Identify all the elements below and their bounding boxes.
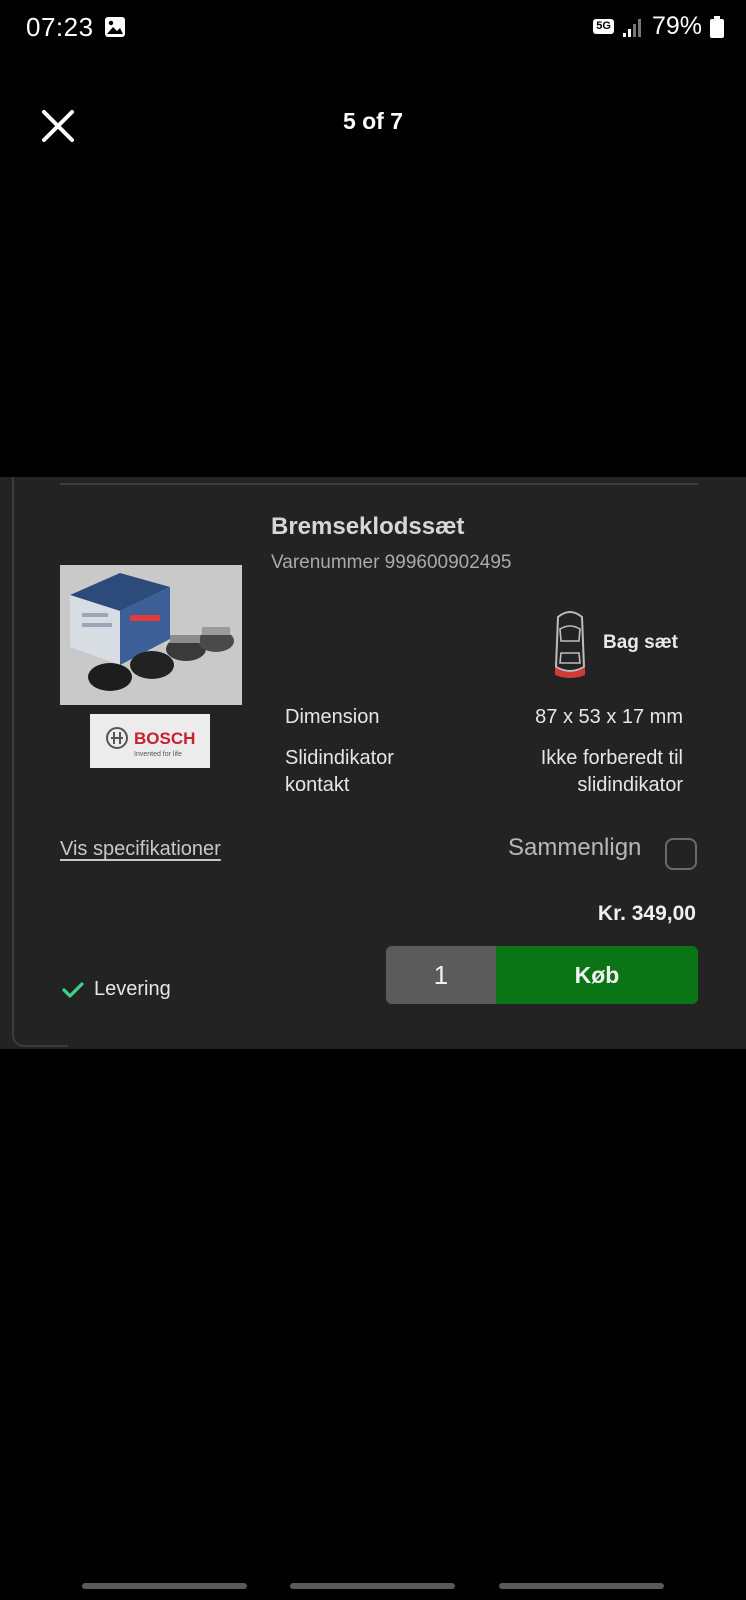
compare-checkbox[interactable]: [665, 838, 697, 870]
brake-position-label: Bag sæt: [603, 632, 678, 653]
image-counter: 5 of 7: [342, 108, 404, 134]
status-bar: 07:23 5G 79%: [0, 0, 746, 56]
spec-label-line: kontakt: [285, 774, 350, 796]
spec-label-line: Slidindikator: [285, 747, 394, 769]
brand-logo: BOSCH Invented for life: [90, 714, 210, 768]
nav-pill-left[interactable]: [82, 1583, 247, 1589]
spec-value-dimension: 87 x 53 x 17 mm: [535, 706, 683, 728]
buy-button[interactable]: Køb: [496, 946, 698, 1004]
car-rear-position-icon: [554, 611, 586, 678]
divider: [60, 483, 698, 485]
nav-pill-right[interactable]: [499, 1583, 664, 1589]
purchase-controls: 1 Køb: [386, 946, 698, 1004]
delivery-label: Levering: [94, 978, 171, 1000]
delivery-status: Levering: [62, 978, 171, 1001]
spec-value-wear-indicator: Ikke forberedt til slidindikator: [541, 745, 683, 799]
product-photo: [60, 565, 242, 705]
battery-icon: [710, 15, 724, 38]
check-icon: [62, 981, 84, 998]
battery-percent: 79%: [651, 12, 702, 40]
spec-label-dimension: Dimension: [285, 706, 380, 728]
quantity-field[interactable]: 1: [386, 946, 496, 1004]
spec-label-wear-indicator: Slidindikator kontakt: [285, 745, 394, 799]
status-time: 07:23: [26, 12, 94, 42]
product-sku: Varenummer 999600902495: [271, 552, 512, 573]
spec-value-line: slidindikator: [577, 774, 683, 796]
show-specifications-link[interactable]: Vis specifikationer: [60, 838, 221, 861]
brand-tagline: Invented for life: [134, 751, 182, 758]
product-card: Bremseklodssæt Varenummer 999600902495 B…: [0, 477, 746, 1049]
product-price: Kr. 349,00: [597, 902, 696, 925]
status-right: 5G 79%: [593, 12, 724, 41]
nav-pill-center[interactable]: [290, 1583, 455, 1589]
product-title: Bremseklodssæt: [271, 513, 465, 540]
gallery-icon: [105, 17, 125, 37]
spec-value-line: Ikke forberedt til: [540, 747, 683, 769]
brand-name: BOSCH: [134, 729, 195, 748]
compare-label: Sammenlign: [508, 834, 642, 861]
signal-icon: [622, 18, 641, 37]
image-viewer: 07:23 5G 79% 5 of 7 Bremseklodssæt Varen…: [0, 0, 746, 1600]
network-badge: 5G: [593, 19, 614, 34]
